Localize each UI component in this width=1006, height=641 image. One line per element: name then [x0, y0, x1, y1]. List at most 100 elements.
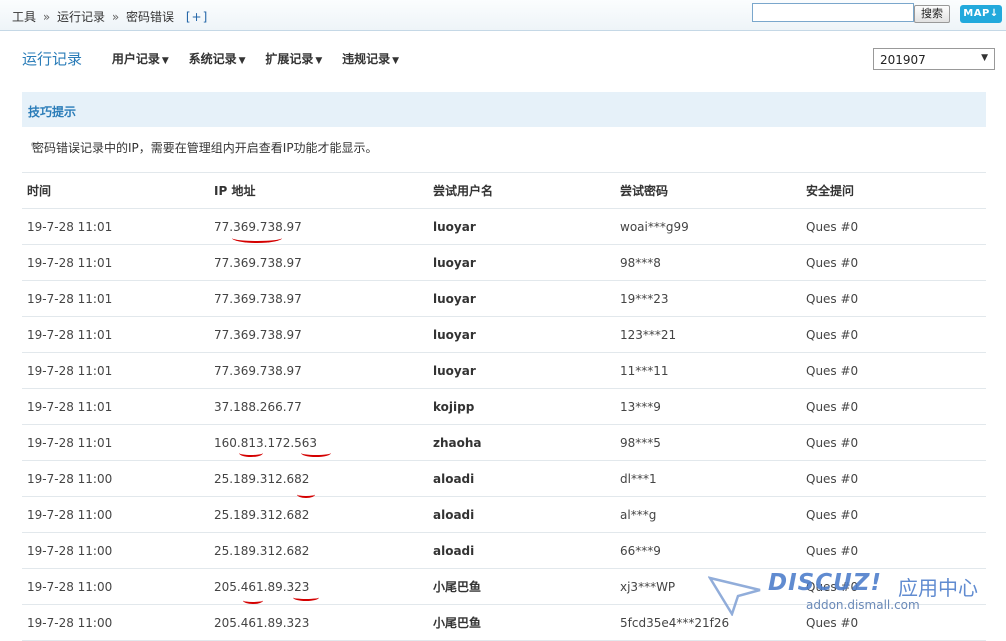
month-select-value: 201907: [880, 53, 926, 67]
cell-ip: 77.369.738.97: [209, 352, 428, 389]
table-row: 19-7-28 11:00 25.189.312.682 aloadi 66***9 Q…: [22, 532, 986, 569]
cell-password: 98***5: [615, 424, 801, 461]
cursor-arrow-icon: [708, 576, 761, 616]
tips-title: 技巧提示: [28, 105, 77, 119]
cell-username: luoyar: [428, 280, 615, 317]
cell-security-question: Ques #0: [801, 352, 986, 389]
cell-security-question: Ques #0: [801, 460, 986, 497]
cell-security-question: Ques #0: [801, 208, 986, 245]
menu-violation-log[interactable]: 违规记录 ▼: [342, 52, 399, 66]
cell-password: dl***1: [615, 460, 801, 497]
cell-security-question: Ques #0: [801, 532, 986, 569]
month-select[interactable]: 201907 ▼: [873, 48, 995, 70]
cell-ip: 37.188.266.77: [209, 388, 428, 425]
add-shortcut-button[interactable]: [+]: [186, 10, 208, 24]
menu-label: 用户记录: [111, 52, 160, 66]
annotation-underline: [293, 594, 319, 601]
annotation-underline: [297, 491, 315, 498]
menu-system-log[interactable]: 系统记录 ▼: [189, 52, 246, 66]
caret-down-icon: ▼: [238, 56, 246, 66]
cell-ip: 25.189.312.682: [209, 496, 428, 533]
cell-password: 98***8: [615, 244, 801, 281]
breadcrumb-tools[interactable]: 工具: [12, 10, 36, 24]
search-input[interactable]: [752, 3, 914, 22]
table-row: 19-7-28 11:01 77.369.738.97 luoyar 19***23 Q…: [22, 280, 986, 317]
watermark-title: 应用中心: [898, 576, 978, 600]
table-row: 19-7-28 11:00 25.189.312.682 aloadi al***g Q…: [22, 496, 986, 533]
menu-label: 违规记录: [342, 52, 391, 66]
cell-ip: 77.369.738.97: [209, 280, 428, 317]
cell-username: luoyar: [428, 352, 615, 389]
cell-security-question: Ques #0: [801, 244, 986, 281]
cell-username: 小尾巴鱼: [428, 568, 615, 605]
watermark-domain: addon.dismall.com: [806, 598, 920, 612]
annotation-underline: [232, 233, 282, 243]
cell-time: 19-7-28 11:01: [22, 316, 209, 353]
table-row: 19-7-28 11:01 77.369.738.97 luoyar 98***8 Qu…: [22, 244, 986, 281]
cell-time: 19-7-28 11:01: [22, 352, 209, 389]
annotation-underline: [301, 449, 331, 457]
search-button[interactable]: 搜索: [914, 5, 950, 23]
cell-security-question: Ques #0: [801, 280, 986, 317]
cell-ip: 77.369.738.97: [209, 316, 428, 353]
caret-down-icon: ▼: [315, 56, 323, 66]
menu-extension-log[interactable]: 扩展记录 ▼: [265, 52, 322, 66]
cell-password: 123***21: [615, 316, 801, 353]
header-security-question: 安全提问: [801, 172, 986, 209]
table-header-row: 时间 IP 地址 尝试用户名 尝试密码 安全提问: [22, 172, 986, 209]
tips-text: 密码错误记录中的IP，需要在管理组内开启查看IP功能才能显示。: [32, 141, 378, 155]
menu-user-log[interactable]: 用户记录 ▼: [112, 52, 169, 66]
map-button-label: MAP: [963, 8, 990, 19]
dropdown-arrow-icon: ▼: [981, 53, 988, 63]
table-row: 19-7-28 11:01 77.369.738.97 luoyar woai***g…: [22, 208, 986, 245]
cell-time: 19-7-28 11:00: [22, 568, 209, 605]
cell-time: 19-7-28 11:00: [22, 496, 209, 533]
breadcrumb-run-log[interactable]: 运行记录: [57, 10, 105, 24]
cell-ip: 77.369.738.97: [209, 244, 428, 281]
cell-password: 13***9: [615, 388, 801, 425]
discuz-watermark: DISCUZ! 应用中心 addon.dismall.com: [706, 568, 1002, 632]
cell-password: 11***11: [615, 352, 801, 389]
menu-label: 扩展记录: [265, 52, 314, 66]
breadcrumb-password-error: 密码错误: [126, 10, 175, 24]
arrow-down-icon: ↓: [989, 8, 999, 19]
cell-security-question: Ques #0: [801, 496, 986, 533]
header-time: 时间: [22, 172, 209, 209]
cell-time: 19-7-28 11:01: [22, 388, 209, 425]
table-row: 19-7-28 11:01 77.369.738.97 luoyar 123***21…: [22, 316, 986, 353]
cell-password: 19***23: [615, 280, 801, 317]
nav-current-run-log[interactable]: 运行记录: [22, 50, 82, 68]
cell-username: kojipp: [428, 388, 615, 425]
cell-time: 19-7-28 11:01: [22, 208, 209, 245]
table-row: 19-7-28 11:01 160.813.172.563 zhaoha 98***5…: [22, 424, 986, 461]
table-row: 19-7-28 11:01 37.188.266.77 kojipp 13***9 Qu…: [22, 388, 986, 425]
cell-username: zhaoha: [428, 424, 615, 461]
caret-down-icon: ▼: [392, 56, 400, 66]
breadcrumb: 工具 » 运行记录 » 密码错误 [+]: [12, 8, 208, 25]
map-button[interactable]: MAP↓: [960, 5, 1002, 23]
tips-header: 技巧提示: [22, 92, 986, 127]
cell-security-question: Ques #0: [801, 424, 986, 461]
annotation-underline: [243, 597, 263, 604]
cell-username: 小尾巴鱼: [428, 604, 615, 641]
watermark-brand: DISCUZ!: [768, 570, 882, 596]
cell-ip: 25.189.312.682: [209, 532, 428, 569]
caret-down-icon: ▼: [161, 56, 169, 66]
cell-security-question: Ques #0: [801, 388, 986, 425]
cell-time: 19-7-28 11:01: [22, 424, 209, 461]
cell-username: aloadi: [428, 460, 615, 497]
cell-ip: 25.189.312.682: [209, 460, 428, 497]
header-username: 尝试用户名: [428, 172, 615, 209]
breadcrumb-separator: »: [111, 10, 120, 24]
cell-username: aloadi: [428, 532, 615, 569]
cell-time: 19-7-28 11:01: [22, 280, 209, 317]
cell-username: luoyar: [428, 316, 615, 353]
table-row: 19-7-28 11:00 25.189.312.682 aloadi dl***1 Q…: [22, 460, 986, 497]
header-ip: IP 地址: [209, 172, 428, 209]
menu-label: 系统记录: [188, 52, 237, 66]
cell-password: al***g: [615, 496, 801, 533]
cell-ip: 205.461.89.323: [209, 604, 428, 641]
header-password: 尝试密码: [615, 172, 801, 209]
cell-username: luoyar: [428, 244, 615, 281]
cell-username: aloadi: [428, 496, 615, 533]
